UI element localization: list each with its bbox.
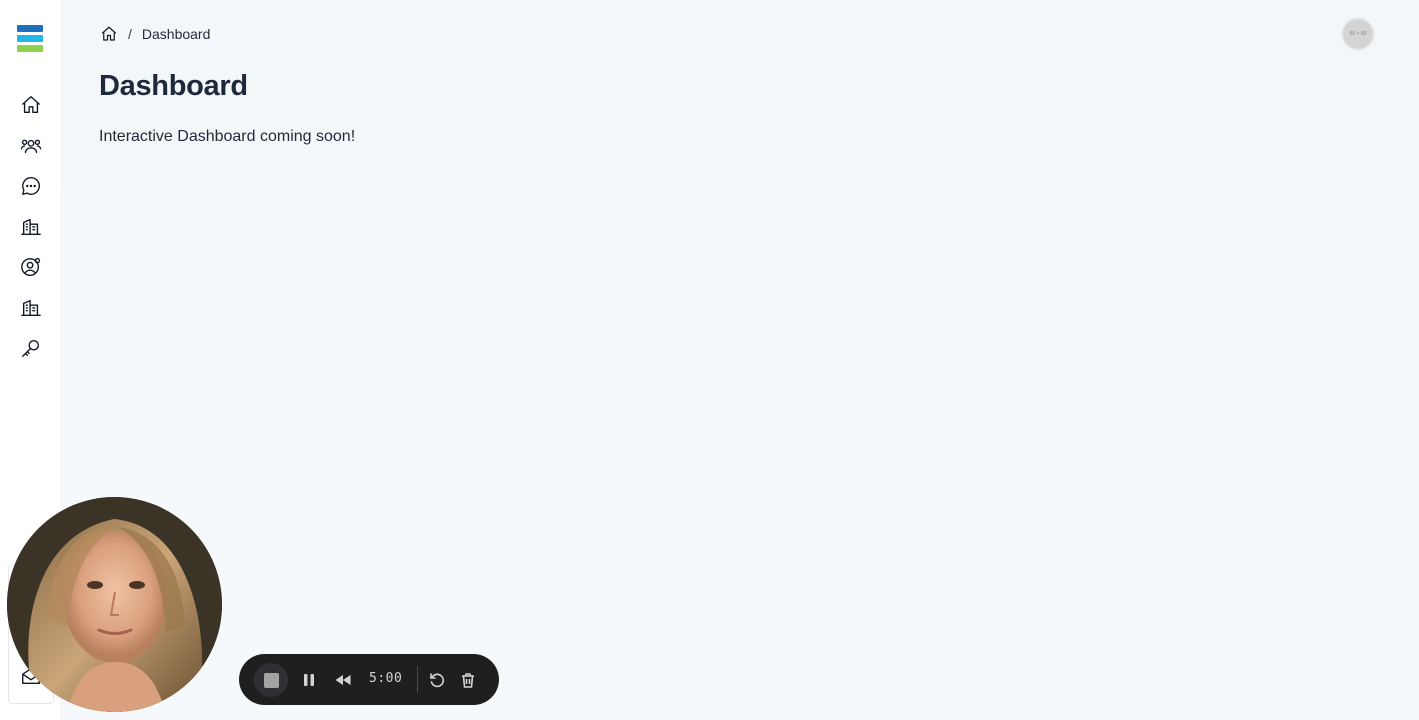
breadcrumb: / Dashboard (100, 24, 210, 44)
home-icon (22, 96, 40, 114)
page-header (62, 0, 1419, 187)
dashboard-message: Interactive Dashboard coming soon! (99, 128, 356, 145)
users-icon (20, 139, 42, 154)
sidebar-item-messages[interactable] (18, 173, 44, 199)
sidebar-item-account-settings[interactable] (18, 254, 44, 280)
page-title: Dashboard (99, 70, 248, 102)
controls-divider (417, 666, 418, 693)
building-icon (21, 218, 41, 235)
sidebar-item-buildings[interactable] (18, 294, 44, 320)
webcam-bubble[interactable] (7, 497, 222, 712)
avatar[interactable]: 60 × 60 (1341, 17, 1375, 51)
rewind-icon (335, 675, 351, 685)
sidebar-item-home[interactable] (18, 92, 44, 118)
trash-icon (462, 673, 474, 688)
presenter-video (7, 497, 222, 712)
recording-controls: 5:00 (239, 654, 499, 705)
sidebar-item-keys[interactable] (18, 335, 44, 361)
breadcrumb-separator: / (128, 26, 132, 42)
breadcrumb-current: Dashboard (141, 26, 211, 42)
sidebar-item-companies[interactable] (18, 213, 44, 239)
chat-bubble-icon (22, 177, 40, 195)
stop-icon (263, 672, 279, 688)
user-gear-icon (21, 257, 41, 276)
brand-logo[interactable] (17, 25, 43, 55)
rewind-button[interactable] (326, 663, 360, 697)
recording-timer: 5:00 (369, 671, 403, 686)
restart-recording-button[interactable] (420, 663, 454, 697)
sidebar-item-users[interactable] (18, 133, 44, 159)
delete-recording-button[interactable] (451, 663, 485, 697)
home-icon[interactable] (100, 25, 118, 43)
stop-recording-button[interactable] (254, 663, 288, 697)
key-icon (22, 339, 40, 357)
restart-icon (430, 673, 445, 688)
avatar-placeholder-text: 60 × 60 (1349, 31, 1367, 37)
building-icon (21, 299, 41, 316)
pause-recording-button[interactable] (292, 663, 326, 697)
pause-icon (304, 674, 314, 686)
